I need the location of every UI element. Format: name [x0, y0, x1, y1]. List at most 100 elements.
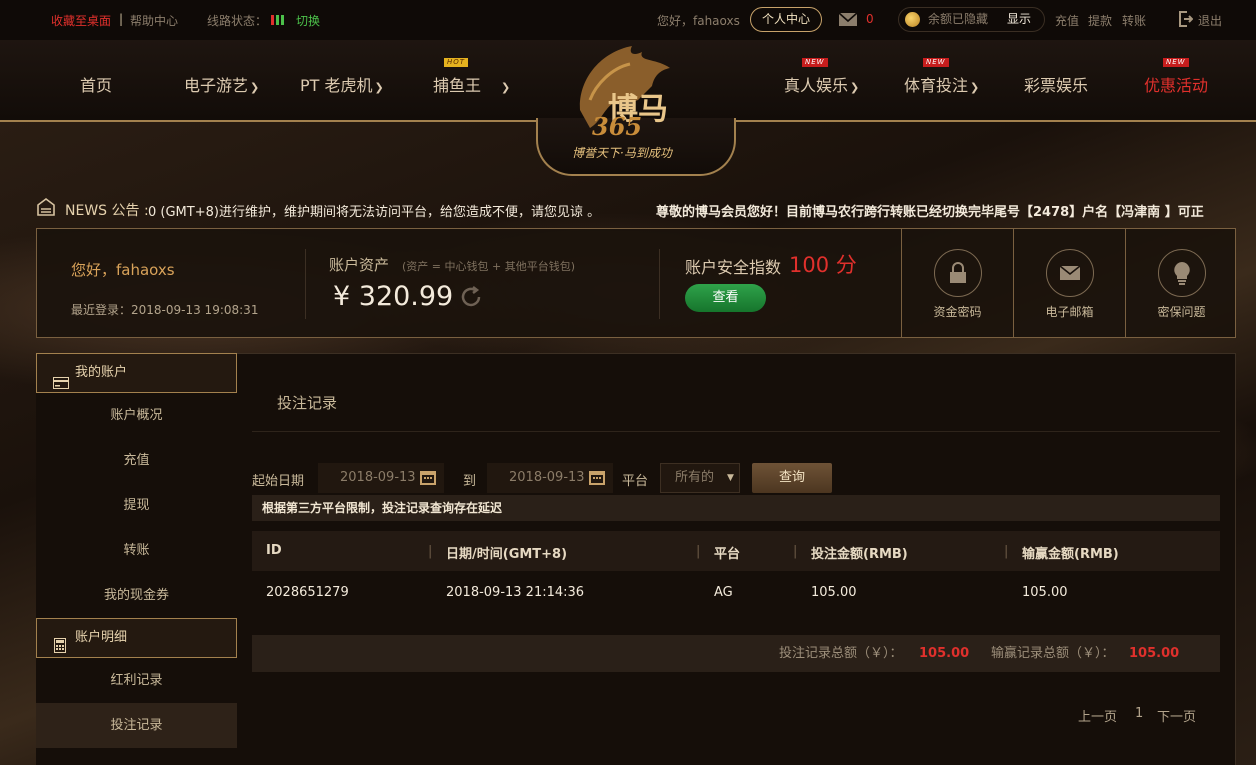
calendar-icon[interactable]: [420, 471, 436, 485]
divider: [659, 249, 660, 319]
dropdown-arrow-icon: ▼: [727, 473, 734, 483]
nav-label: 真人娱乐: [784, 76, 849, 95]
new-badge: NEW: [802, 58, 828, 67]
sidebar-item-withdraw[interactable]: 提现: [36, 483, 237, 528]
news-message: 0 (GMT+8)进行维护，维护期间将无法访问平台，给您造成不便，请您见谅 。: [148, 205, 601, 220]
news-ticker: NEWS 公告 : 0 (GMT+8)进行维护，维护期间将无法访问平台，给您造成…: [36, 198, 1236, 222]
sidebar-section-label: 账户明细: [75, 630, 128, 645]
news-message: 尊敬的博马会员您好！目前博马农行跨行转账已经切换完毕尾号【2478】户名【冯津南…: [656, 205, 1204, 220]
new-badge: NEW: [1163, 58, 1189, 67]
balance-hidden-text: 余额已隐藏: [928, 12, 989, 26]
platform-select[interactable]: 所有的 ▼: [660, 463, 740, 493]
nav-label: 电子游艺: [184, 76, 249, 95]
column-header: ID: [266, 543, 282, 558]
sidebar-section-account-details[interactable]: 账户明细: [36, 618, 237, 658]
announcement-icon: [36, 198, 56, 220]
sidebar-section-label: 我的账户: [75, 365, 128, 380]
add-to-desktop-link[interactable]: 收藏至桌面: [51, 12, 111, 29]
news-label: NEWS 公告 :: [65, 203, 149, 219]
security-check-button[interactable]: 查看: [685, 284, 766, 312]
fund-password-tile[interactable]: 资金密码: [901, 229, 1013, 337]
security-score: 100 分: [789, 253, 857, 277]
site-logo[interactable]: 博马 365 博誉天下·马到成功: [560, 40, 710, 170]
table-header: ID | 日期/时间(GMT+8) | 平台 | 投注金额(RMB) | 输赢金…: [252, 531, 1220, 571]
column-header: 投注金额(RMB): [811, 547, 908, 562]
query-button[interactable]: 查询: [752, 463, 832, 493]
nav-sports[interactable]: 体育投注 ❯: [904, 72, 979, 96]
current-page[interactable]: 1: [1135, 706, 1143, 721]
logout-link[interactable]: 退出: [1198, 12, 1222, 29]
topbar-divider: |: [119, 12, 124, 26]
show-balance-button[interactable]: 显示: [1007, 8, 1031, 31]
signal-icon: [271, 13, 286, 27]
email-tile[interactable]: 电子邮箱: [1013, 229, 1125, 337]
end-date-value: 2018-09-13: [509, 470, 585, 485]
cell-datetime: 2018-09-13 21:14:36: [446, 585, 585, 600]
nav-lottery[interactable]: 彩票娱乐: [1024, 72, 1088, 96]
platform-label: 平台: [622, 474, 649, 489]
column-separator: |: [793, 544, 798, 559]
assets-note: (资产 = 中心钱包 + 其他平台钱包): [402, 260, 576, 273]
page-title: 投注记录: [277, 394, 338, 412]
nav-live-casino[interactable]: 真人娱乐 ❯: [784, 72, 859, 96]
nav-label: PT 老虎机: [300, 76, 373, 95]
nav-pt-slots[interactable]: PT 老虎机 ❯: [300, 72, 384, 96]
transfer-link[interactable]: 转账: [1122, 12, 1146, 29]
title-divider: [252, 431, 1220, 432]
tile-label: 资金密码: [933, 305, 982, 319]
coin-icon: [905, 12, 920, 27]
next-page-link[interactable]: 下一页: [1157, 706, 1196, 725]
sidebar-item-coupons[interactable]: 我的现金券: [36, 573, 237, 618]
sidebar-item-deposit[interactable]: 充值: [36, 438, 237, 483]
end-date-input[interactable]: 2018-09-13: [487, 463, 613, 493]
mail-icon: [1045, 249, 1094, 297]
logout-icon[interactable]: [1179, 11, 1194, 30]
prev-page-link[interactable]: 上一页: [1078, 706, 1117, 725]
new-badge: NEW: [923, 58, 949, 67]
calendar-icon[interactable]: [589, 471, 605, 485]
account-greeting: 您好，fahaoxs: [71, 261, 175, 279]
withdraw-link[interactable]: 提款: [1088, 12, 1112, 29]
win-total-value: 105.00: [1129, 646, 1180, 661]
help-center-link[interactable]: 帮助中心: [130, 12, 178, 29]
totals-bar: 投注记录总额（￥）： 105.00 输赢记录总额（￥）： 105.00: [252, 635, 1220, 672]
mail-icon[interactable]: [838, 12, 858, 30]
start-date-input[interactable]: 2018-09-13: [318, 463, 444, 493]
divider: [305, 249, 306, 319]
logo-slogan: 博誉天下·马到成功: [572, 146, 672, 160]
sidebar-item-transfer[interactable]: 转账: [36, 528, 237, 573]
column-header: 日期/时间(GMT+8): [446, 547, 568, 562]
nav-electronic-games[interactable]: 电子游艺 ❯: [184, 72, 259, 96]
nav-label: 捕鱼王: [433, 76, 482, 95]
win-total-label: 输赢记录总额（￥）：: [991, 646, 1115, 661]
hot-badge: HOT: [444, 58, 469, 67]
greeting: 您好，fahaoxs: [657, 14, 740, 28]
lock-icon: [933, 249, 982, 297]
bet-total-label: 投注记录总额（￥）：: [779, 646, 903, 661]
column-header: 平台: [714, 547, 741, 562]
deposit-link[interactable]: 充值: [1055, 12, 1079, 29]
column-separator: |: [1004, 544, 1009, 559]
chevron-down-icon: ❯: [850, 81, 860, 94]
nav-promotions[interactable]: 优惠活动: [1144, 72, 1208, 96]
switch-line-link[interactable]: 切换: [296, 12, 320, 29]
account-sidebar: 我的账户 账户概况 充值 提现 转账 我的现金券 账户明细 红利记录 投注记录: [36, 353, 237, 765]
sidebar-item-bet-records[interactable]: 投注记录: [36, 703, 237, 748]
balance-display: 余额已隐藏 显示: [898, 7, 1045, 32]
cell-platform: AG: [714, 585, 733, 600]
start-date-value: 2018-09-13: [340, 470, 416, 485]
mail-count: 0: [866, 12, 874, 26]
sidebar-item-bonus-records[interactable]: 红利记录: [36, 658, 237, 703]
line-status-label: 线路状态：: [207, 14, 268, 28]
start-date-label: 起始日期: [252, 474, 305, 489]
sidebar-section-my-account[interactable]: 我的账户: [36, 353, 237, 393]
platform-value: 所有的: [675, 470, 715, 485]
personal-center-button[interactable]: 个人中心: [750, 7, 823, 32]
delay-notice: 根据第三方平台限制，投注记录查询存在延迟: [252, 495, 1220, 521]
nav-fishing[interactable]: 捕鱼王 ❯: [433, 72, 510, 96]
bulb-icon: [1157, 249, 1206, 297]
table-row: 2028651279 2018-09-13 21:14:36 AG 105.00…: [252, 573, 1220, 613]
nav-home[interactable]: 首页: [80, 72, 112, 96]
refresh-icon[interactable]: [459, 285, 483, 313]
security-question-tile[interactable]: 密保问题: [1125, 229, 1237, 337]
